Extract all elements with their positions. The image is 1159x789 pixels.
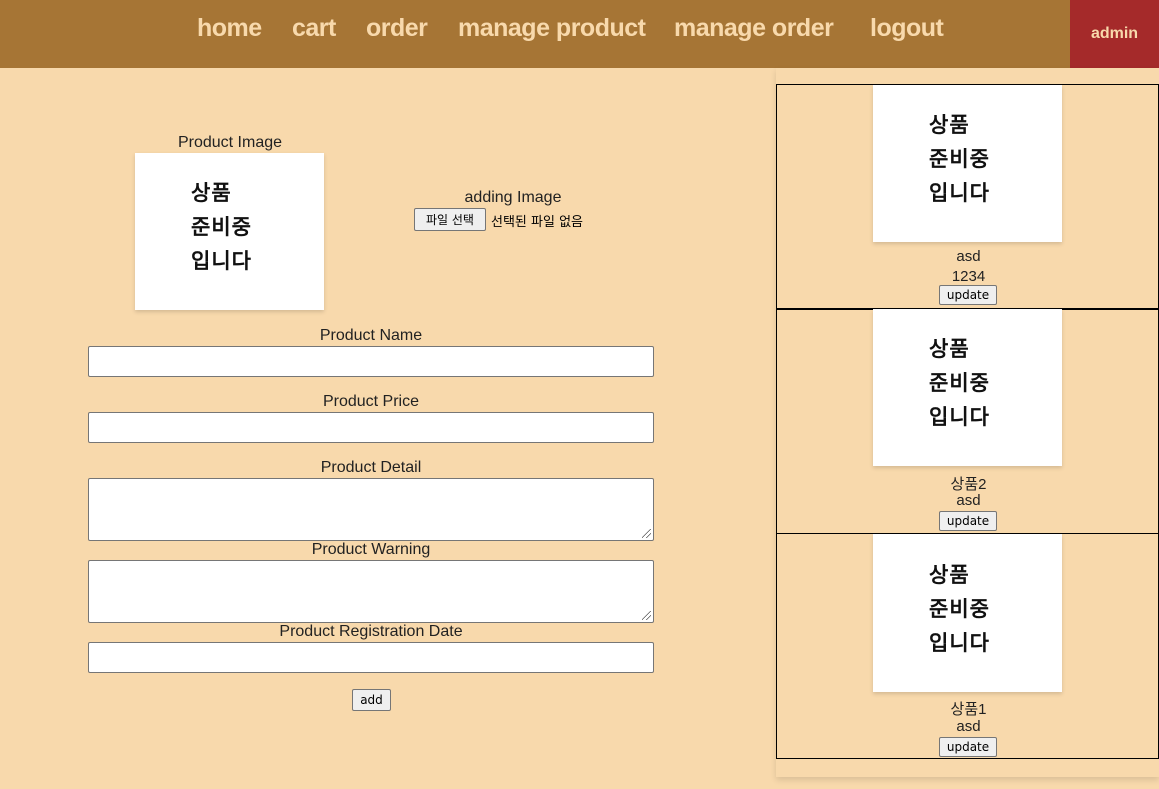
file-select-button[interactable]: 파일 선택 (414, 208, 486, 231)
product-price-input[interactable] (88, 412, 654, 443)
nav-cart-link[interactable]: cart (292, 14, 336, 43)
placeholder-line: 준비중 (929, 147, 990, 171)
product-warning-label: Product Warning (311, 541, 431, 558)
nav-manage-product-link[interactable]: manage product (458, 14, 646, 43)
add-product-button[interactable]: add (352, 689, 391, 711)
nav-manage-order-link[interactable]: manage order (674, 14, 834, 43)
placeholder-line: 입니다 (191, 249, 252, 273)
placeholder-line: 준비중 (929, 371, 990, 395)
product-name-input[interactable] (88, 346, 654, 377)
product-update-button[interactable]: update (939, 737, 997, 757)
placeholder-line: 입니다 (929, 631, 990, 655)
product-card: 상품 준비중 입니다 asd 1234 update (776, 84, 1159, 310)
product-update-button[interactable]: update (939, 511, 997, 531)
placeholder-line: 준비중 (929, 597, 990, 621)
product-detail-textarea[interactable] (88, 478, 654, 541)
product-card-name: asd (956, 248, 981, 265)
product-card-name: 상품1 (950, 701, 987, 718)
product-card-image: 상품 준비중 입니다 (873, 309, 1062, 466)
placeholder-line: 입니다 (929, 181, 990, 205)
adding-image-label: adding Image (464, 189, 562, 206)
placeholder-line: 상품 (929, 563, 970, 587)
product-name-label: Product Name (319, 327, 423, 344)
product-card-name: 상품2 (950, 476, 987, 493)
product-card-image: 상품 준비중 입니다 (873, 85, 1062, 242)
placeholder-line: 입니다 (929, 405, 990, 429)
resize-grip-icon[interactable] (642, 529, 651, 538)
top-navbar: home cart order manage product manage or… (0, 0, 1159, 68)
product-card-detail: asd (956, 718, 981, 735)
placeholder-line: 상품 (191, 181, 232, 205)
product-price-label: Product Price (322, 393, 420, 410)
resize-grip-icon[interactable] (642, 611, 651, 620)
nav-home-link[interactable]: home (197, 14, 262, 43)
placeholder-line: 상품 (929, 113, 970, 137)
product-card-detail: 1234 (951, 268, 986, 285)
product-card-image: 상품 준비중 입니다 (873, 534, 1062, 692)
product-card: 상품 준비중 입니다 상품2 asd update (776, 308, 1159, 534)
product-image-preview: 상품 준비중 입니다 (135, 153, 324, 310)
user-badge[interactable]: admin (1070, 0, 1159, 68)
product-date-label: Product Registration Date (279, 623, 463, 640)
product-update-button[interactable]: update (939, 285, 997, 305)
file-status-text: 선택된 파일 없음 (491, 215, 583, 230)
product-warning-textarea[interactable] (88, 560, 654, 623)
placeholder-line: 준비중 (191, 215, 252, 239)
nav-order-link[interactable]: order (366, 14, 428, 43)
product-card: 상품 준비중 입니다 상품1 asd update (776, 533, 1159, 759)
product-card-detail: asd (956, 492, 981, 509)
product-detail-label: Product Detail (320, 459, 422, 476)
product-date-input[interactable] (88, 642, 654, 673)
nav-logout-link[interactable]: logout (870, 14, 944, 43)
placeholder-line: 상품 (929, 337, 970, 361)
product-image-label: Product Image (177, 134, 283, 151)
